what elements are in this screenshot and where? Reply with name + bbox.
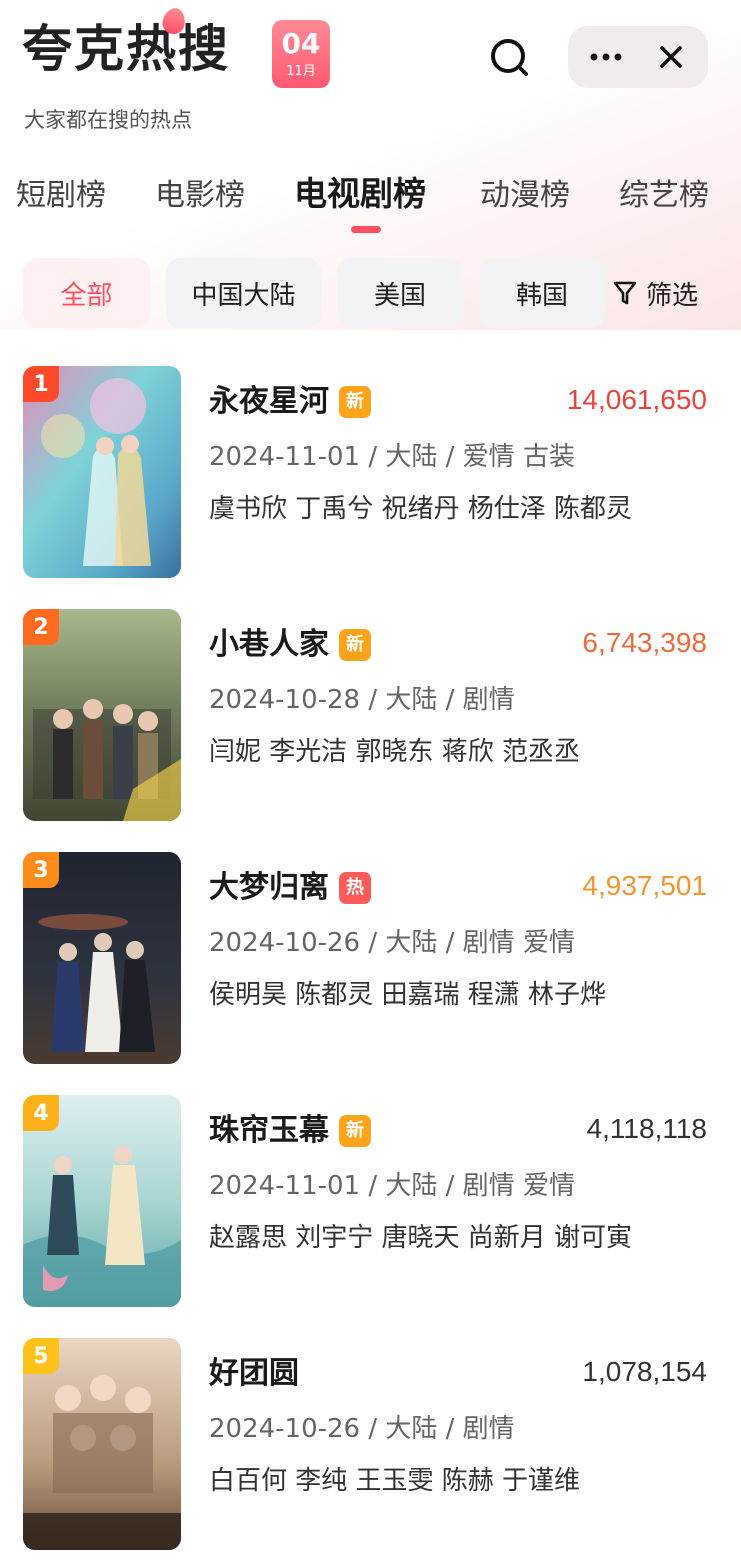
more-button[interactable] — [586, 40, 626, 74]
filter-label: 筛选 — [646, 280, 699, 311]
chip-korea[interactable]: 韩国 — [479, 258, 605, 328]
chip-usa[interactable]: 美国 — [337, 258, 463, 328]
cast-list: 白百何 李纯 王玉雯 陈赫 于谨维 — [209, 1466, 581, 1496]
more-dots-icon — [590, 53, 622, 61]
close-button[interactable] — [654, 40, 688, 74]
search-button[interactable] — [488, 36, 532, 80]
list-item[interactable]: 3 大梦归离热 4,937,501 2024-10-26 / 大陆 / 剧情 爱… — [0, 852, 741, 1066]
app-header: 夸克热搜 04 11月 大家都在搜的热点 — [0, 0, 741, 140]
region-filters: 全部 中国大陆 美国 韩国 筛选 — [0, 258, 741, 330]
slogan: 大家都在搜的热点 — [24, 108, 192, 132]
poster-image[interactable]: 3 — [23, 852, 181, 1064]
meta-info: 2024-10-28 / 大陆 / 剧情 — [209, 685, 515, 715]
cast-list: 虞书欣 丁禹兮 祝绪丹 杨仕泽 陈都灵 — [209, 494, 633, 524]
title[interactable]: 珠帘玉幕新 — [209, 1105, 371, 1149]
tab-anime[interactable]: 动漫榜 — [480, 170, 570, 214]
title-text: 珠帘玉幕 — [209, 1113, 329, 1148]
title-text: 永夜星河 — [209, 384, 329, 419]
brand-title: 夸克热搜 — [22, 20, 230, 78]
list-item[interactable]: 5 好团圆 1,078,154 2024-10-26 / 大陆 / 剧情 白百何… — [0, 1338, 741, 1552]
title-text: 大梦归离 — [209, 870, 329, 905]
rank-badge: 2 — [23, 609, 59, 645]
search-icon — [491, 39, 528, 76]
meta-info: 2024-10-26 / 大陆 / 剧情 爱情 — [209, 928, 575, 958]
cast-list: 侯明昊 陈都灵 田嘉瑞 程潇 林子烨 — [209, 980, 607, 1010]
tab-short-drama[interactable]: 短剧榜 — [16, 170, 106, 214]
title[interactable]: 小巷人家新 — [209, 619, 371, 663]
tab-movie[interactable]: 电影榜 — [155, 170, 245, 214]
category-tabs: 短剧榜 电影榜 电视剧榜 动漫榜 综艺榜 — [0, 160, 741, 240]
active-tab-indicator — [351, 226, 381, 233]
meta-info: 2024-11-01 / 大陆 / 剧情 爱情 — [209, 1171, 575, 1201]
close-icon — [660, 46, 682, 68]
filter-button[interactable]: 筛选 — [612, 258, 722, 328]
chip-mainland-china[interactable]: 中国大陆 — [166, 258, 321, 328]
new-tag: 新 — [339, 1115, 371, 1147]
tab-tv-series[interactable]: 电视剧榜 — [294, 167, 426, 215]
title[interactable]: 好团圆 — [209, 1348, 299, 1392]
new-tag: 新 — [339, 629, 371, 661]
heat-value: 1,078,154 — [582, 1356, 707, 1387]
heat-value: 6,743,398 — [582, 627, 707, 658]
date-month: 11月 — [286, 64, 316, 79]
title[interactable]: 永夜星河新 — [209, 376, 371, 420]
hot-tag: 热 — [339, 872, 371, 904]
tab-variety[interactable]: 综艺榜 — [619, 170, 709, 214]
title-text: 好团圆 — [209, 1356, 299, 1391]
new-tag: 新 — [339, 386, 371, 418]
poster-image[interactable]: 2 — [23, 609, 181, 821]
cast-list: 赵露思 刘宇宁 唐晓天 尚新月 谢可寅 — [209, 1223, 633, 1253]
poster-image[interactable]: 1 — [23, 366, 181, 578]
funnel-icon — [613, 281, 637, 305]
heat-value: 4,937,501 — [582, 870, 707, 901]
poster-image[interactable]: 5 — [23, 1338, 181, 1550]
date-day: 04 — [281, 27, 321, 60]
list-item[interactable]: 4 珠帘玉幕新 4,118,118 2024-11-01 / 大陆 / 剧情 爱… — [0, 1095, 741, 1309]
list-item[interactable]: 1 永夜星河新 14,061,650 2024-11-01 / 大陆 / 爱情 … — [0, 366, 741, 580]
heat-value: 4,118,118 — [586, 1113, 707, 1144]
poster-image[interactable]: 4 — [23, 1095, 181, 1307]
meta-info: 2024-10-26 / 大陆 / 剧情 — [209, 1414, 515, 1444]
heat-value: 14,061,650 — [566, 384, 707, 415]
rank-badge: 4 — [23, 1095, 59, 1131]
list-item[interactable]: 2 小巷人家新 6,743,398 2024-10-28 / 大陆 / 剧情 闫… — [0, 609, 741, 823]
date-badge: 04 11月 — [272, 20, 330, 88]
chip-all[interactable]: 全部 — [23, 258, 150, 328]
rank-badge: 5 — [23, 1338, 59, 1374]
rank-badge: 3 — [23, 852, 59, 888]
title-text: 小巷人家 — [209, 627, 329, 662]
cast-list: 闫妮 李光洁 郭晓东 蒋欣 范丞丞 — [209, 737, 581, 767]
rank-badge: 1 — [23, 366, 59, 402]
mini-program-capsule — [568, 26, 708, 88]
meta-info: 2024-11-01 / 大陆 / 爱情 古装 — [209, 442, 575, 472]
title[interactable]: 大梦归离热 — [209, 862, 371, 906]
